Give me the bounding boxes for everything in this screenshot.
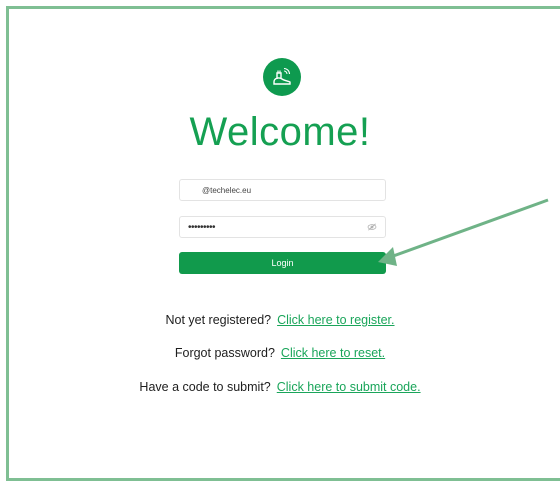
logo <box>263 58 301 96</box>
code-row: Have a code to submit? Click here to subm… <box>0 380 560 394</box>
password-value: ••••••••• <box>188 221 216 233</box>
login-button[interactable]: Login <box>179 252 386 274</box>
register-link[interactable]: Click here to register. <box>277 313 394 327</box>
register-prompt: Not yet registered? <box>165 313 272 327</box>
ev-plug-icon <box>273 67 291 85</box>
email-value: @techelec.eu <box>202 185 252 195</box>
code-prompt: Have a code to submit? <box>139 380 271 394</box>
reset-link[interactable]: Click here to reset. <box>281 346 385 360</box>
password-field[interactable]: ••••••••• <box>179 216 386 238</box>
email-field[interactable]: @techelec.eu <box>179 179 386 201</box>
page-title: Welcome! <box>189 110 371 154</box>
reset-prompt: Forgot password? <box>174 346 275 360</box>
eye-slash-icon[interactable] <box>367 223 377 231</box>
reset-row: Forgot password? Click here to reset. <box>0 346 560 360</box>
submit-code-link[interactable]: Click here to submit code. <box>277 380 421 394</box>
register-row: Not yet registered? Click here to registe… <box>0 313 560 327</box>
